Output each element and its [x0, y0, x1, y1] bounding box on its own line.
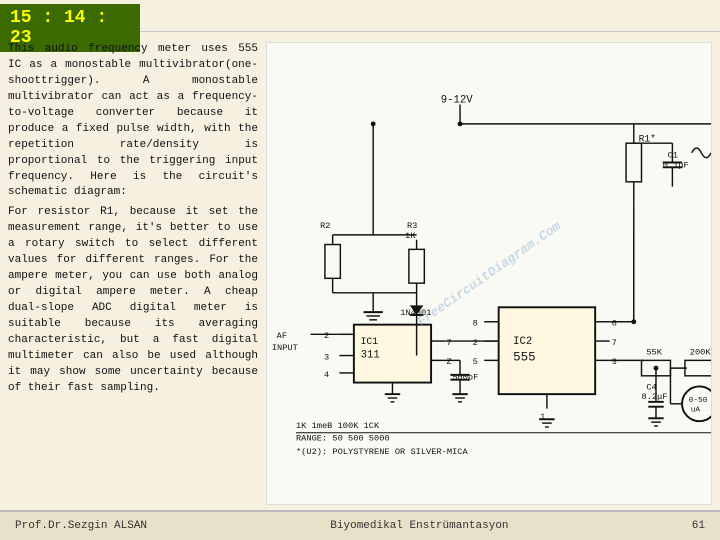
svg-text:C4: C4	[646, 382, 656, 392]
svg-text:311: 311	[361, 349, 380, 361]
svg-text:2: 2	[473, 338, 478, 348]
svg-text:55K: 55K	[646, 348, 662, 358]
footer-page: 61	[692, 520, 705, 532]
svg-text:2: 2	[324, 331, 329, 341]
body-text: This audio frequency meter uses 555 IC a…	[8, 42, 258, 201]
svg-text:IC1: IC1	[361, 336, 379, 347]
svg-text:8: 8	[473, 319, 478, 329]
svg-text:200K: 200K	[690, 348, 711, 358]
svg-text:RANGE: 50 500 5000: RANGE: 50 500 5000	[296, 433, 390, 443]
svg-text:IC2: IC2	[513, 336, 532, 348]
voltage-label: 9-12V	[441, 95, 473, 107]
svg-text:8.2μF: 8.2μF	[642, 392, 668, 402]
svg-text:3: 3	[612, 357, 617, 367]
svg-text:INPUT: INPUT	[272, 343, 298, 353]
svg-text:1: 1	[540, 412, 545, 422]
svg-text:1K 1meB 100K 1CK: 1K 1meB 100K 1CK	[296, 421, 380, 431]
circuit-diagram: FreeCircuitDiagram.Com 9-12V R1* C1 0.1μ…	[266, 42, 712, 505]
svg-text:5: 5	[473, 357, 478, 367]
r1-note-text: For resistor R1, because it set the meas…	[8, 205, 258, 396]
svg-text:1K: 1K	[405, 231, 416, 241]
svg-text:4: 4	[324, 370, 329, 380]
svg-text:uA: uA	[691, 407, 701, 415]
svg-text:R3: R3	[407, 221, 417, 231]
svg-text:6: 6	[612, 319, 617, 329]
description-text: This audio frequency meter uses 555 IC a…	[8, 42, 258, 505]
footer-subject: Biyomedikal Enstrümantasyon	[330, 520, 508, 532]
svg-text:555: 555	[513, 350, 536, 364]
footer: Prof.Dr.Sezgin ALSAN Biyomedikal Enstrüm…	[0, 510, 720, 540]
svg-text:*(U2): POLYSTYRENE OR SILVER-M: *(U2): POLYSTYRENE OR SILVER-MICA	[296, 447, 469, 457]
svg-text:0-50: 0-50	[689, 397, 708, 405]
footer-author: Prof.Dr.Sezgin ALSAN	[15, 520, 147, 532]
svg-text:AF: AF	[277, 331, 287, 341]
svg-text:R2: R2	[320, 221, 330, 231]
svg-text:7: 7	[612, 338, 617, 348]
svg-text:Z: Z	[447, 357, 452, 367]
svg-text:3: 3	[324, 352, 329, 362]
svg-text:7: 7	[447, 338, 452, 348]
